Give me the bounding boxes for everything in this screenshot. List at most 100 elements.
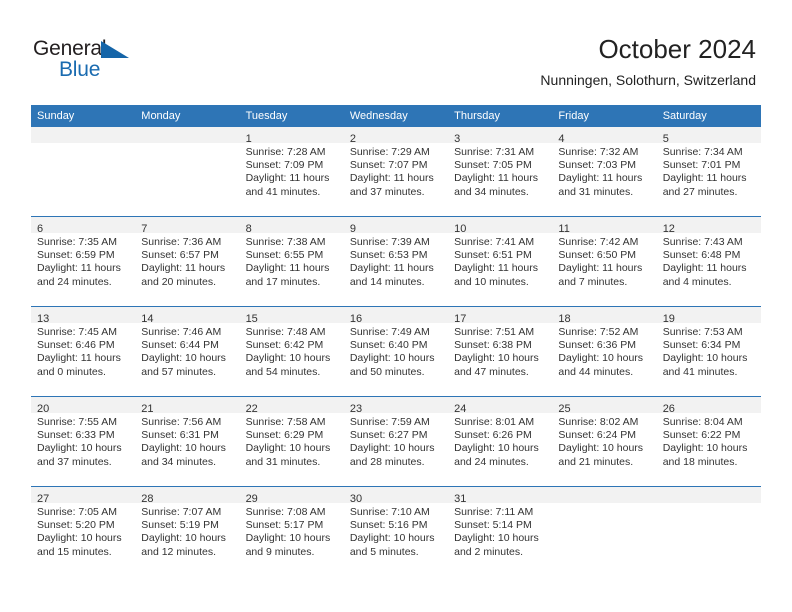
day-cell-body: Sunrise: 8:01 AM Sunset: 6:26 PM Daylight:… [448, 413, 552, 469]
calendar-day-cell[interactable]: 7 Sunrise: 7:36 AM Sunset: 6:57 PM Daylight… [135, 216, 240, 307]
day-number-bar: 9 [343, 217, 449, 235]
brand-name-blue: Blue [59, 58, 101, 81]
day-number: 12 [662, 223, 675, 235]
calendar-day-cell[interactable]: 3 Sunrise: 7:31 AM Sunset: 7:05 PM Daylight… [448, 127, 553, 217]
day-number: 1 [245, 133, 252, 145]
daylight-text-line2: and 34 minutes. [141, 455, 216, 468]
day-cell-body: Sunrise: 7:59 AM Sunset: 6:27 PM Daylight:… [344, 413, 448, 469]
calendar-day-cell[interactable]: 16 Sunrise: 7:49 AM Sunset: 6:40 PM Dayligh… [343, 306, 449, 397]
brand-logo[interactable]: General Blue [33, 38, 153, 84]
day-number: 6 [37, 223, 44, 235]
calendar-grid: Sunday Monday Tuesday Wednesday Thursday… [31, 105, 761, 576]
calendar-day-cell[interactable]: 29 Sunrise: 7:08 AM Sunset: 5:17 PM Dayligh… [239, 486, 344, 576]
daylight-text-line2: and 47 minutes. [454, 365, 529, 378]
day-cell-body: Sunrise: 7:38 AM Sunset: 6:55 PM Daylight:… [240, 233, 344, 289]
calendar-day-cell[interactable]: 17 Sunrise: 7:51 AM Sunset: 6:38 PM Dayligh… [448, 306, 553, 397]
day-cell-body: Sunrise: 7:39 AM Sunset: 6:53 PM Daylight:… [344, 233, 448, 289]
calendar-day-cell[interactable]: 30 Sunrise: 7:10 AM Sunset: 5:16 PM Dayligh… [343, 486, 449, 576]
day-cell-body: Sunrise: 7:32 AM Sunset: 7:03 PM Daylight:… [552, 143, 656, 199]
daylight-text-line2: and 24 minutes. [454, 455, 529, 468]
calendar-day-cell[interactable]: 4 Sunrise: 7:32 AM Sunset: 7:03 PM Daylight… [552, 127, 657, 217]
daylight-text-line1: Daylight: 11 hours [245, 262, 330, 275]
calendar-day-cell[interactable]: 19 Sunrise: 7:53 AM Sunset: 6:34 PM Dayligh… [656, 306, 761, 397]
daylight-text-line1: Daylight: 10 hours [245, 442, 331, 455]
day-number-bar: 24 [448, 397, 553, 415]
calendar-day-cell[interactable]: 24 Sunrise: 8:01 AM Sunset: 6:26 PM Dayligh… [448, 396, 553, 487]
sunset-text: Sunset: 6:36 PM [558, 339, 637, 352]
daylight-text-line1: Daylight: 10 hours [141, 532, 226, 545]
day-number-bar: 23 [343, 397, 449, 415]
calendar-day-cell[interactable]: 14 Sunrise: 7:46 AM Sunset: 6:44 PM Dayligh… [135, 306, 240, 397]
daylight-text-line2: and 14 minutes. [349, 275, 425, 288]
calendar-day-cell[interactable]: 5 Sunrise: 7:34 AM Sunset: 7:01 PM Daylight… [656, 127, 761, 217]
sunrise-text: Sunrise: 7:43 AM [662, 236, 743, 248]
day-cell-body: Sunrise: 7:34 AM Sunset: 7:01 PM Daylight:… [657, 143, 761, 199]
brand-name-general: General [33, 37, 107, 60]
daylight-text-line1: Daylight: 10 hours [349, 442, 435, 455]
calendar-day-cell[interactable]: 8 Sunrise: 7:38 AM Sunset: 6:55 PM Daylight… [239, 216, 344, 307]
sunset-text: Sunset: 6:40 PM [349, 339, 428, 352]
calendar-day-cell[interactable]: 20 Sunrise: 7:55 AM Sunset: 6:33 PM Dayligh… [31, 396, 136, 487]
sunset-text: Sunset: 6:38 PM [454, 339, 532, 352]
sunset-text: Sunset: 6:50 PM [558, 249, 637, 262]
daylight-text-line2: and 9 minutes. [245, 545, 315, 558]
day-number-bar [552, 487, 657, 503]
daylight-text-line1: Daylight: 10 hours [245, 352, 331, 365]
calendar-day-cell[interactable]: 2 Sunrise: 7:29 AM Sunset: 7:07 PM Daylight… [343, 127, 449, 217]
calendar-day-cell[interactable]: 26 Sunrise: 8:04 AM Sunset: 6:22 PM Dayligh… [656, 396, 761, 487]
sunrise-text: Sunrise: 7:42 AM [558, 236, 639, 248]
day-cell-body: Sunrise: 7:35 AM Sunset: 6:59 PM Daylight:… [31, 233, 135, 289]
sunrise-text: Sunrise: 7:28 AM [245, 146, 326, 158]
daylight-text-line1: Daylight: 11 hours [454, 262, 538, 275]
calendar-day-cell[interactable]: 12 Sunrise: 7:43 AM Sunset: 6:48 PM Dayligh… [656, 216, 761, 307]
sunset-text: Sunset: 5:17 PM [245, 519, 324, 532]
sunrise-text: Sunrise: 7:53 AM [662, 326, 743, 338]
calendar-day-cell[interactable]: 31 Sunrise: 7:11 AM Sunset: 5:14 PM Dayligh… [448, 486, 553, 576]
day-number-bar: 5 [656, 127, 761, 145]
day-number: 11 [558, 223, 570, 235]
daylight-text-line1: Daylight: 10 hours [454, 352, 539, 365]
calendar-day-cell[interactable]: 13 Sunrise: 7:45 AM Sunset: 6:46 PM Dayligh… [31, 306, 136, 397]
day-number-bar: 1 [239, 127, 344, 145]
sunset-text: Sunset: 7:01 PM [662, 159, 741, 172]
day-cell-body: Sunrise: 7:28 AM Sunset: 7:09 PM Daylight:… [240, 143, 344, 199]
calendar-day-cell[interactable]: 28 Sunrise: 7:07 AM Sunset: 5:19 PM Dayligh… [135, 486, 240, 576]
calendar-day-cell[interactable]: 1 Sunrise: 7:28 AM Sunset: 7:09 PM Daylight… [239, 127, 344, 217]
daylight-text-line1: Daylight: 10 hours [349, 532, 435, 545]
calendar-day-cell[interactable]: 18 Sunrise: 7:52 AM Sunset: 6:36 PM Dayligh… [552, 306, 657, 397]
day-number: 19 [662, 313, 675, 325]
day-number: 23 [349, 403, 363, 415]
daylight-text-line2: and 31 minutes. [558, 185, 634, 198]
sunset-text: Sunset: 6:31 PM [141, 429, 219, 442]
day-number: 9 [349, 223, 356, 235]
calendar-week-row: 1 Sunrise: 7:28 AM Sunset: 7:09 PM Daylight… [31, 127, 761, 217]
calendar-day-cell[interactable]: 22 Sunrise: 7:58 AM Sunset: 6:29 PM Dayligh… [239, 396, 344, 487]
day-number-bar: 26 [656, 397, 761, 415]
sunset-text: Sunset: 6:33 PM [37, 429, 115, 442]
day-number: 7 [141, 223, 148, 235]
calendar-day-cell[interactable]: 21 Sunrise: 7:56 AM Sunset: 6:31 PM Dayligh… [135, 396, 240, 487]
day-cell-body: Sunrise: 7:49 AM Sunset: 6:40 PM Daylight:… [344, 323, 448, 379]
calendar-day-cell[interactable]: 25 Sunrise: 8:02 AM Sunset: 6:24 PM Dayligh… [552, 396, 657, 487]
calendar-day-cell[interactable]: 27 Sunrise: 7:05 AM Sunset: 5:20 PM Dayligh… [31, 486, 136, 576]
day-number: 8 [245, 223, 252, 235]
calendar-day-cell[interactable]: 9 Sunrise: 7:39 AM Sunset: 6:53 PM Daylight… [343, 216, 449, 307]
calendar-day-cell[interactable]: 6 Sunrise: 7:35 AM Sunset: 6:59 PM Daylight… [31, 216, 136, 307]
calendar-day-cell[interactable]: 15 Sunrise: 7:48 AM Sunset: 6:42 PM Dayligh… [239, 306, 344, 397]
calendar-day-cell[interactable]: 23 Sunrise: 7:59 AM Sunset: 6:27 PM Dayligh… [343, 396, 449, 487]
day-cell-body: Sunrise: 7:11 AM Sunset: 5:14 PM Daylight:… [448, 503, 552, 559]
sunrise-text: Sunrise: 7:10 AM [349, 506, 430, 518]
calendar-day-cell[interactable]: 10 Sunrise: 7:41 AM Sunset: 6:51 PM Dayligh… [448, 216, 553, 307]
daylight-text-line2: and 37 minutes. [37, 455, 112, 468]
day-number-bar: 16 [343, 307, 449, 325]
daylight-text-line1: Daylight: 10 hours [141, 352, 226, 365]
day-number-bar: 4 [552, 127, 657, 145]
sunrise-text: Sunrise: 7:56 AM [141, 416, 222, 428]
day-number-bar: 25 [552, 397, 657, 415]
weekday-header-saturday: Saturday [656, 105, 761, 127]
day-number: 5 [662, 133, 669, 145]
day-number-bar [656, 487, 761, 503]
sunrise-text: Sunrise: 8:02 AM [558, 416, 639, 428]
daylight-text-line2: and 5 minutes. [349, 545, 419, 558]
calendar-day-cell[interactable]: 11 Sunrise: 7:42 AM Sunset: 6:50 PM Dayligh… [552, 216, 657, 307]
